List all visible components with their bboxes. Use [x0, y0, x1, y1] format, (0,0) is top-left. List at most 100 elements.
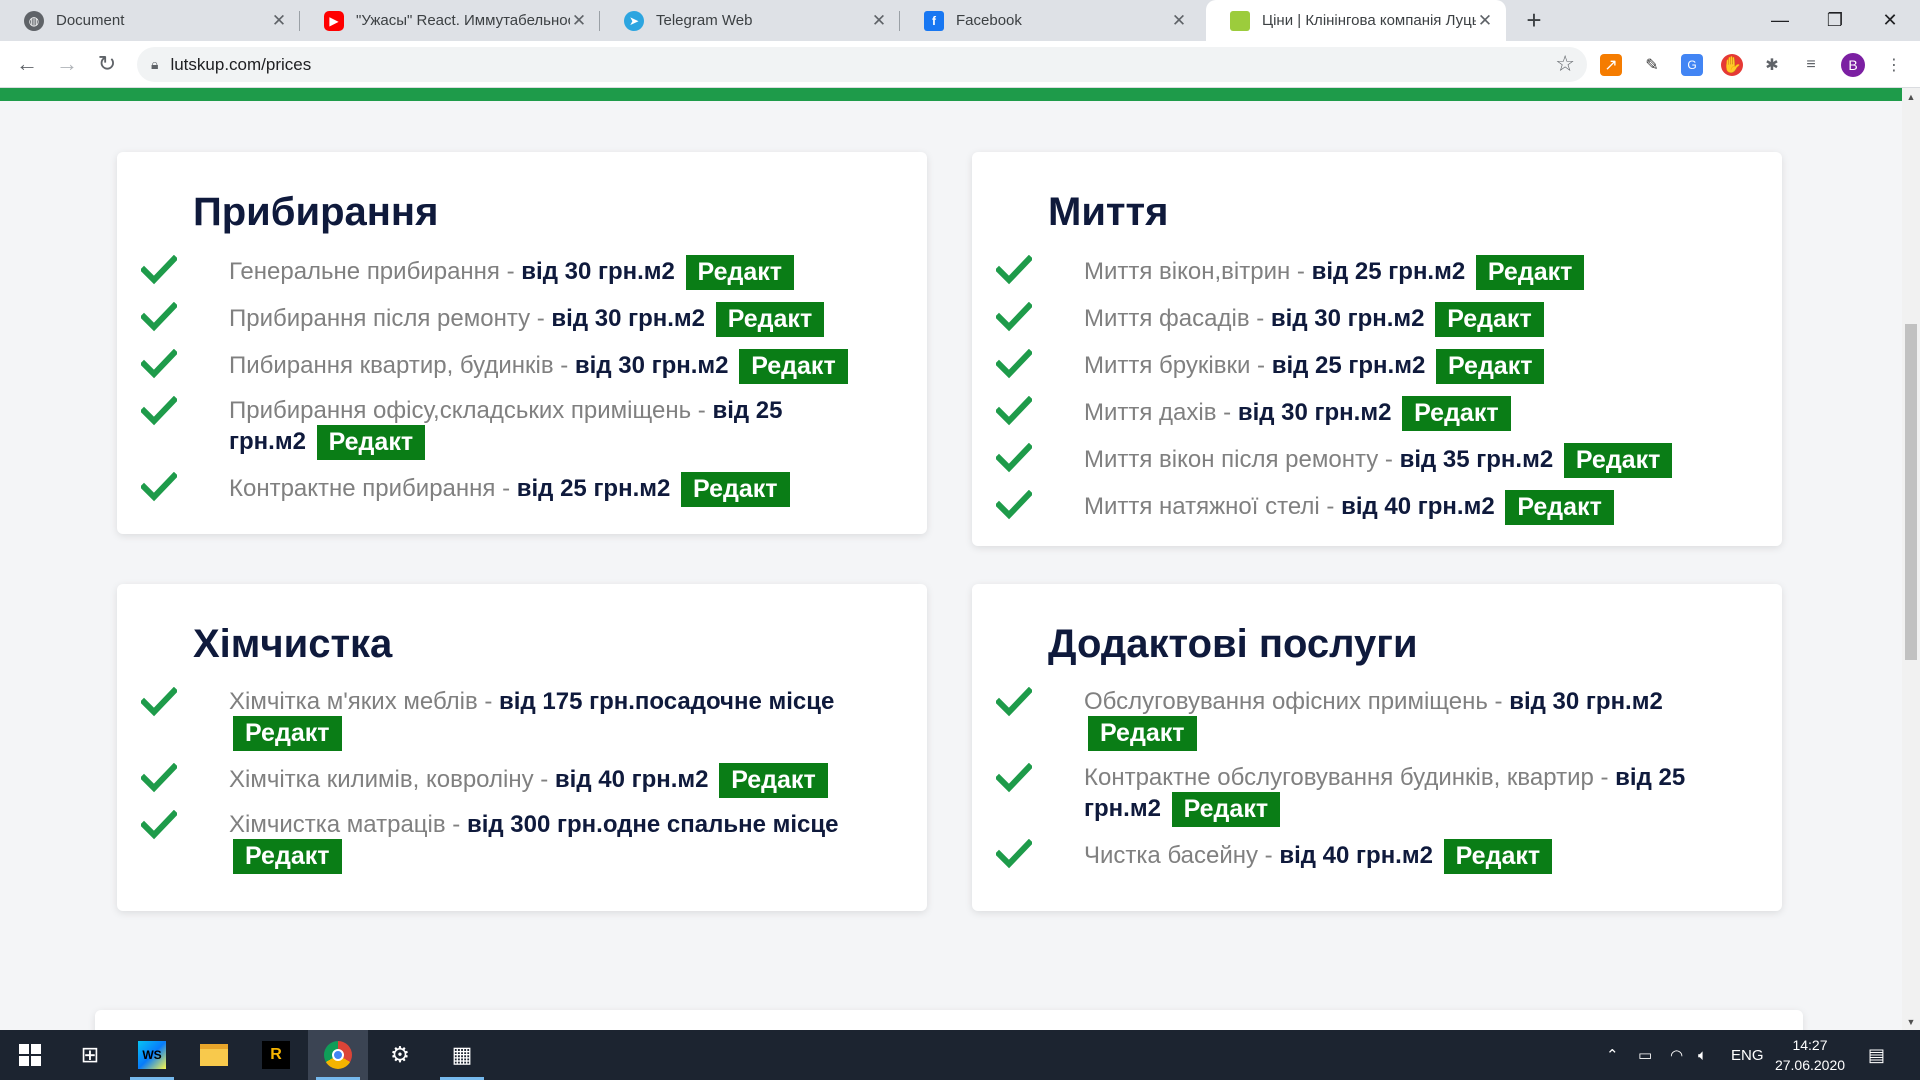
service-price: від 30 грн.м2 [1509, 688, 1663, 715]
rider-icon[interactable]: R [246, 1030, 306, 1080]
browser-tab-strip: ◍ Document ✕ ▶ "Ужасы" React. Иммутабель… [0, 0, 1920, 41]
calculator-icon[interactable]: ▦ [432, 1030, 492, 1080]
minimize-button[interactable]: — [1750, 0, 1810, 41]
list-item: Чистка басейну - від 40 грн.м2 Редакт [996, 839, 1716, 874]
service-name: Хімчітка килимів, ковроліну [229, 765, 534, 793]
service-name: Прибирання після ремонту [229, 304, 531, 332]
edit-button[interactable]: Редакт [715, 302, 825, 337]
eyedropper-extension-icon[interactable]: ✎ [1641, 54, 1663, 76]
url-text: lutskup.com/prices [170, 54, 312, 74]
service-name: Чистка басейну [1084, 841, 1258, 869]
tab-document[interactable]: ◍ Document ✕ [0, 0, 300, 41]
edit-button[interactable]: Редакт [316, 425, 426, 460]
service-price: від 175 грн.посадочне місце [499, 688, 835, 715]
edit-button[interactable]: Редакт [1443, 839, 1553, 874]
edit-button[interactable]: Редакт [739, 349, 848, 384]
task-view-icon[interactable]: ⊞ [60, 1030, 120, 1080]
close-window-button[interactable]: ✕ [1860, 0, 1920, 41]
checkmark-icon [141, 396, 177, 426]
checkmark-icon [996, 687, 1032, 717]
service-name: Пибирання квартир, будинків [229, 351, 554, 379]
list-item: Миття вікон,вітрин - від 25 грн.м2 Редак… [996, 255, 1716, 290]
forward-button[interactable]: → [51, 48, 83, 80]
edit-button[interactable]: Редакт [1563, 443, 1673, 478]
service-name: Миття бруківки [1084, 351, 1251, 379]
language-indicator[interactable]: ENG [1731, 1030, 1764, 1080]
price-list: Хімчітка м'яких меблів - від 175 грн.пос… [141, 687, 861, 886]
bookmark-star-icon[interactable]: ☆ [1555, 51, 1575, 77]
wifi-icon[interactable]: ◠ [1670, 1030, 1683, 1080]
scroll-down-arrow-icon[interactable]: ▼ [1902, 1013, 1920, 1030]
edit-button[interactable]: Редакт [1505, 490, 1614, 525]
list-item: Пибирання квартир, будинків - від 30 грн… [141, 349, 861, 384]
system-clock[interactable]: 14:27 27.06.2020 [1760, 1035, 1860, 1075]
next-section-card [95, 1010, 1803, 1030]
file-explorer-icon[interactable] [184, 1030, 244, 1080]
service-price: від 25 грн.м2 [516, 474, 671, 502]
windows-start-icon[interactable] [0, 1030, 60, 1080]
translate-extension-icon[interactable]: G [1681, 54, 1703, 76]
volume-icon[interactable]: 🔈︎ [1698, 1030, 1707, 1080]
service-card-additional: Додактові послуги Обслуговування офісних… [972, 584, 1782, 911]
clock-time: 14:27 [1792, 1037, 1828, 1053]
media-control-icon[interactable]: ≡ [1800, 54, 1822, 76]
service-name: Миття натяжної стелі [1084, 492, 1320, 520]
service-price: від 25 грн.м2 [1271, 351, 1426, 379]
service-name: Обслуговування офісних приміщень [1084, 688, 1488, 715]
close-icon[interactable]: ✕ [1170, 11, 1188, 31]
lock-icon[interactable]: 🔒︎ [151, 56, 158, 73]
chart-extension-icon[interactable]: ↗ [1600, 54, 1622, 76]
edit-button[interactable]: Редакт [1435, 349, 1545, 384]
edit-button[interactable]: Редакт [1088, 716, 1197, 751]
edit-button[interactable]: Редакт [681, 472, 790, 507]
service-card-cleaning: Прибирання Генеральне прибирання - від 3… [117, 152, 927, 534]
service-name: Миття дахів [1084, 398, 1217, 426]
close-icon[interactable]: ✕ [570, 11, 588, 31]
close-icon[interactable]: ✕ [270, 11, 288, 31]
maximize-button[interactable]: ❐ [1805, 0, 1865, 41]
settings-gear-icon[interactable]: ⚙ [370, 1030, 430, 1080]
checkmark-icon [996, 839, 1032, 869]
tab-telegram[interactable]: ➤ Telegram Web ✕ [600, 0, 900, 41]
edit-button[interactable]: Редакт [1402, 396, 1511, 431]
tab-facebook[interactable]: f Facebook ✕ [900, 0, 1200, 41]
edit-button[interactable]: Редакт [685, 255, 795, 290]
tab-youtube[interactable]: ▶ "Ужасы" React. Иммутабельност ✕ [300, 0, 600, 41]
tab-title: Telegram Web [656, 12, 753, 29]
profile-avatar[interactable]: B [1841, 53, 1865, 77]
chrome-icon[interactable] [308, 1030, 368, 1080]
checkmark-icon [996, 255, 1032, 285]
edit-button[interactable]: Редакт [1435, 302, 1544, 337]
scroll-thumb[interactable] [1905, 324, 1917, 660]
service-price: від 35 грн.м2 [1399, 445, 1554, 473]
page-scrollbar[interactable]: ▲ ▼ [1902, 88, 1920, 1030]
price-list: Обслуговування офісних приміщень - від 3… [996, 687, 1716, 886]
adblock-extension-icon[interactable]: ✋ [1721, 54, 1743, 76]
edit-button[interactable]: Редакт [233, 716, 342, 751]
edit-button[interactable]: Редакт [1171, 792, 1281, 827]
service-name: Прибирання офісу,складських приміщень [229, 397, 692, 424]
extensions-puzzle-icon[interactable]: ✱ [1761, 54, 1783, 76]
menu-kebab-icon[interactable]: ⋮ [1883, 54, 1905, 76]
address-bar[interactable]: 🔒︎ lutskup.com/prices ☆ [137, 47, 1587, 82]
reload-button[interactable]: ↻ [91, 48, 123, 80]
notifications-icon[interactable]: ▤ [1868, 1030, 1885, 1080]
service-price: від 40 грн.м2 [1279, 841, 1433, 869]
checkmark-icon [996, 396, 1032, 426]
list-item: Миття бруківки - від 25 грн.м2 Редакт [996, 349, 1716, 384]
tab-prices[interactable]: Ціни | Клінінгова компанія Луцьк ✕ [1206, 0, 1506, 41]
battery-icon[interactable]: ▭ [1638, 1030, 1652, 1080]
edit-button[interactable]: Редакт [233, 839, 342, 874]
webstorm-icon[interactable]: WS [122, 1030, 182, 1080]
service-price: від 30 грн.м2 [574, 351, 729, 379]
scroll-up-arrow-icon[interactable]: ▲ [1902, 88, 1920, 105]
browser-toolbar: ← → ↻ 🔒︎ lutskup.com/prices ☆ ↗ ✎ G ✋ ✱ … [0, 41, 1920, 88]
tray-chevron-icon[interactable]: ⌃ [1606, 1030, 1619, 1080]
back-button[interactable]: ← [11, 48, 43, 80]
edit-button[interactable]: Редакт [1475, 255, 1585, 290]
service-card-washing: Миття Миття вікон,вітрин - від 25 грн.м2… [972, 152, 1782, 546]
close-icon[interactable]: ✕ [1476, 11, 1494, 31]
edit-button[interactable]: Редакт [719, 763, 828, 798]
close-icon[interactable]: ✕ [870, 11, 888, 31]
new-tab-button[interactable]: + [1519, 0, 1549, 41]
